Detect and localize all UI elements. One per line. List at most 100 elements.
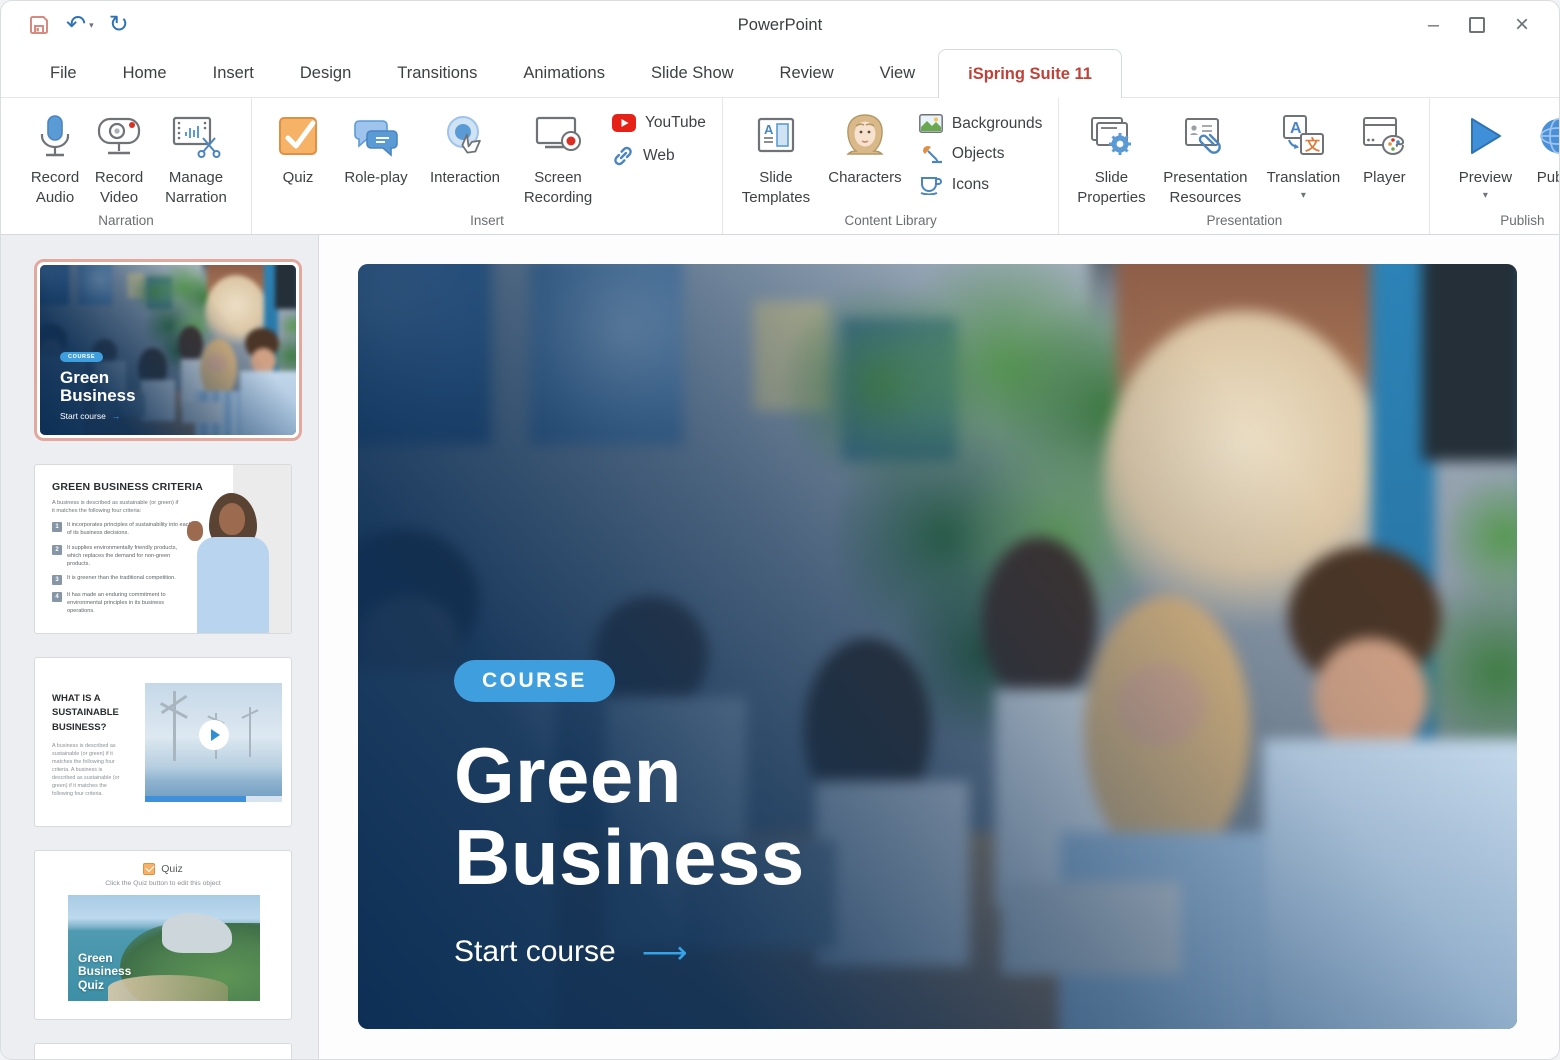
slide-title: Green Business [60,369,136,405]
redo-button[interactable]: ↻ [109,13,129,37]
thumb4-quiz-header: Quiz [35,863,291,875]
preview-play-icon [1464,110,1506,162]
svg-text:文: 文 [1305,136,1321,154]
ribbon-group-narration: Record Audio Record Video Manage Narrati… [1,98,252,234]
tab-ispring-suite[interactable]: iSpring Suite 11 [938,49,1122,98]
thumb1-copy: COURSE Green Business Start course→ [60,345,136,421]
group-label-narration: Narration [11,211,241,232]
tab-home[interactable]: Home [100,49,190,97]
powerpoint-window: ↶ ▾ ↻ PowerPoint – × File Home Insert De… [0,0,1560,1060]
svg-text:A: A [764,122,774,137]
manage-narration-button[interactable]: Manage Narration [151,106,241,207]
slide-title[interactable]: Green Business [454,734,805,899]
slide-template-icon: A [753,110,799,162]
record-video-button[interactable]: Record Video [87,106,151,207]
window-title: PowerPoint [1,16,1559,35]
undo-dropdown-caret[interactable]: ▾ [89,20,94,31]
quick-access-toolbar: ↶ ▾ ↻ [1,13,129,37]
group-label-presentation: Presentation [1069,211,1419,232]
lamp-icon [919,143,943,165]
thumb2-intro: A business is described as sustainable (… [52,499,180,515]
ribbon-group-content-library: A Slide Templates Characters Backg [723,98,1059,234]
interaction-tap-icon [441,110,489,162]
slide-canvas: COURSE Green Business Start course⟶ [319,235,1559,1060]
group-label-content-library: Content Library [733,211,1048,232]
close-button[interactable]: × [1515,13,1529,37]
maximize-button[interactable] [1469,17,1485,33]
character-face-icon [841,110,889,162]
redo-icon: ↻ [109,11,129,38]
arrow-right-icon: ⟶ [642,933,688,971]
window-controls: – × [1428,13,1559,37]
objects-button[interactable]: Objects [919,143,1042,165]
record-audio-button[interactable]: Record Audio [23,106,87,207]
tab-file[interactable]: File [27,49,100,97]
screen-recording-icon [533,110,583,162]
quiz-cover-title: Green Business Quiz [78,952,131,993]
tab-transitions[interactable]: Transitions [374,49,500,97]
publish-button[interactable]: Publish [1524,106,1560,188]
youtube-button[interactable]: YouTube [612,114,706,132]
translation-dropdown-caret[interactable]: ▾ [1301,190,1306,201]
ribbon-tabs: File Home Insert Design Transitions Anim… [1,49,1559,97]
slide-copy: COURSE Green Business Start course⟶ [454,660,805,971]
ribbon-group-publish: Preview ▾ Publish Publish [1430,98,1560,234]
presentation-resources-button[interactable]: Presentation Resources [1153,106,1257,207]
publish-globe-icon [1537,110,1560,162]
webcam-icon [95,110,143,162]
translation-button[interactable]: A文 Translation ▾ [1257,106,1349,201]
slide-thumbnail-panel: COURSE Green Business Start course→ GREE… [1,235,319,1060]
start-course-link[interactable]: Start course⟶ [454,933,805,971]
character-photo [191,493,273,634]
interaction-button[interactable]: Interaction [418,106,512,188]
slide-thumbnail-1-selected[interactable]: COURSE Green Business Start course→ [34,259,302,441]
slide-thumbnail-4[interactable]: Quiz Click the Quiz button to edit this … [34,850,292,1020]
video-player [145,683,282,802]
chat-bubbles-icon [351,110,401,162]
slide-thumbnail-5-partial[interactable] [34,1043,292,1060]
slide-templates-button[interactable]: A Slide Templates [733,106,819,207]
list-item: 2It supplies environmentally friendly pr… [52,545,192,568]
role-play-button[interactable]: Role-play [334,106,418,188]
save-icon[interactable] [27,13,51,37]
tab-view[interactable]: View [857,49,938,97]
tab-slide-show[interactable]: Slide Show [628,49,757,97]
slide-properties-button[interactable]: Slide Properties [1069,106,1153,207]
icons-button[interactable]: Icons [919,175,1042,195]
player-palette-icon [1359,110,1409,162]
player-button[interactable]: Player [1349,106,1419,188]
preview-button[interactable]: Preview ▾ [1446,106,1524,201]
play-icon [211,729,220,741]
list-item: 1It incorporates principles of sustainab… [52,522,192,538]
slide-thumbnail-3[interactable]: WHAT IS A SUSTAINABLE BUSINESS? A busine… [34,657,292,827]
video-progress-remainder [246,796,282,802]
quiz-button[interactable]: Quiz [262,106,334,188]
tab-review[interactable]: Review [757,49,857,97]
undo-button[interactable]: ↶ ▾ [66,13,94,37]
backgrounds-button[interactable]: Backgrounds [919,114,1042,133]
tab-insert[interactable]: Insert [190,49,277,97]
minimize-button[interactable]: – [1428,15,1439,35]
tab-animations[interactable]: Animations [500,49,628,97]
current-slide[interactable]: COURSE Green Business Start course⟶ [358,264,1517,1029]
microphone-icon [32,110,78,162]
thumb3-title: WHAT IS A SUSTAINABLE BUSINESS? [52,692,136,735]
characters-button[interactable]: Characters [819,106,911,188]
cup-icon [919,175,943,195]
screen-recording-button[interactable]: Screen Recording [512,106,604,207]
course-badge[interactable]: COURSE [454,660,615,702]
quiz-checkbox-icon [143,863,155,875]
youtube-icon [612,114,636,132]
thumb3-body: A business is described as sustainable (… [52,742,126,799]
link-icon [612,145,634,167]
preview-dropdown-caret[interactable]: ▾ [1483,190,1488,201]
tab-design[interactable]: Design [277,49,374,97]
workspace: COURSE Green Business Start course→ GREE… [1,235,1559,1060]
slide-thumbnail-2[interactable]: GREEN BUSINESS CRITERIA A business is de… [34,464,292,634]
web-button[interactable]: Web [612,145,706,167]
group-label-publish: Publish [1446,211,1560,232]
play-button[interactable] [199,720,229,750]
narration-editor-icon [170,110,222,162]
undo-icon: ↶ [66,13,86,37]
list-item: 4It has made an enduring commitment to e… [52,592,192,615]
